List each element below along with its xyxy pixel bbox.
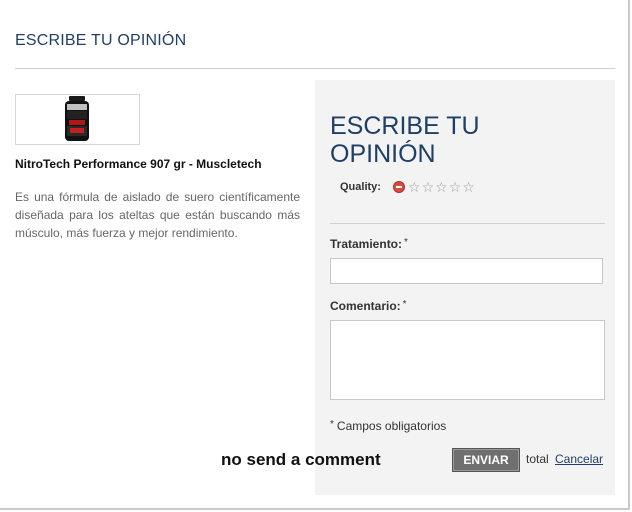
required-asterisk: * (330, 419, 334, 430)
star-icon[interactable]: ☆ (408, 180, 421, 194)
cancel-link[interactable]: Cancelar (555, 452, 603, 466)
review-modal: ESCRIBE TU OPINIÓN NitroTech Performance… (0, 0, 630, 510)
cancel-rating-icon[interactable] (393, 181, 405, 193)
product-name: NitroTech Performance 907 gr - Muscletec… (15, 157, 262, 171)
total-text: total (526, 452, 549, 466)
title-divider (15, 68, 615, 69)
product-image (15, 94, 140, 145)
modal-title: ESCRIBE TU OPINIÓN (15, 32, 187, 49)
comment-field-label-text: Comentario: (330, 299, 401, 313)
send-button[interactable]: ENVIAR (452, 448, 520, 472)
required-fields-note: * Campos obligatorios (330, 419, 446, 433)
required-note-text: Campos obligatorios (336, 419, 447, 433)
comment-field-label: Comentario: * (330, 299, 407, 313)
title-field-label-text: Tratamiento: (330, 237, 403, 251)
star-icon[interactable]: ☆ (422, 180, 435, 194)
star-icon[interactable]: ☆ (449, 180, 462, 194)
star-icon[interactable]: ☆ (435, 180, 448, 194)
status-message: no send a comment (221, 450, 381, 469)
star-icon[interactable]: ☆ (462, 180, 475, 194)
star-rating[interactable]: ☆ ☆ ☆ ☆ ☆ (393, 180, 475, 194)
required-asterisk: * (404, 237, 408, 248)
title-input[interactable] (330, 258, 603, 284)
review-form-panel: ESCRIBE TU OPINIÓN Quality: ☆ ☆ ☆ ☆ ☆ Tr… (315, 80, 615, 495)
quality-label: Quality: (340, 181, 381, 193)
product-tub-icon (65, 96, 89, 141)
product-description: Es una fórmula de aislado de suero cient… (15, 190, 300, 240)
title-field-label: Tratamiento: * (330, 237, 408, 251)
comment-textarea[interactable] (330, 320, 605, 400)
required-asterisk: * (402, 299, 407, 310)
form-divider (330, 223, 605, 224)
form-heading: ESCRIBE TU OPINIÓN (330, 112, 480, 168)
